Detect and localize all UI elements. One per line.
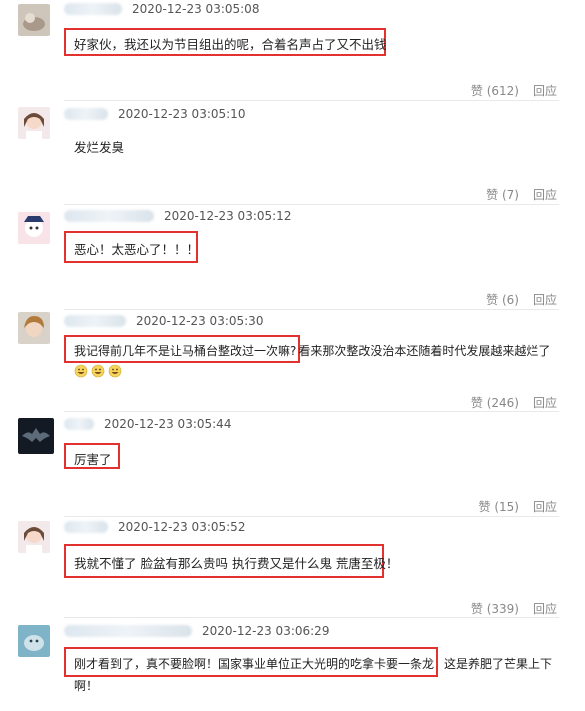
comment-actions: 赞 (246) 回应 — [471, 394, 557, 411]
like-button[interactable]: 赞 (339) — [471, 600, 519, 617]
divider — [64, 309, 559, 310]
grin-emoji-icon — [74, 364, 88, 378]
reply-button[interactable]: 回应 — [533, 186, 557, 203]
comment-meta: 2020-12-23 03:05:30 — [64, 312, 263, 330]
comment-meta: 2020-12-23 03:05:44 — [64, 415, 231, 433]
comment-timestamp: 2020-12-23 03:05:08 — [132, 2, 260, 16]
comment-timestamp: 2020-12-23 03:05:10 — [118, 107, 246, 121]
comment-actions: 赞 (339) 回应 — [471, 600, 557, 617]
comment-text: 好家伙，我还以为节目组出的呢，合着名声占了又不出钱 — [74, 37, 387, 52]
comment-text-continued: 看来那次整改没治本还随着时代发展越来越烂了 — [298, 344, 551, 358]
reply-button[interactable]: 回应 — [533, 82, 557, 99]
divider — [64, 516, 559, 517]
comment-timestamp: 2020-12-23 03:06:29 — [202, 624, 330, 638]
reply-button[interactable]: 回应 — [533, 498, 557, 515]
like-button[interactable]: 赞 (15) — [479, 498, 519, 515]
divider — [64, 617, 559, 618]
reply-button[interactable]: 回应 — [533, 291, 557, 308]
username-blurred[interactable] — [64, 418, 94, 430]
avatar[interactable] — [18, 521, 50, 553]
comment-actions: 赞 (612) 回应 — [471, 82, 557, 99]
comment-text-continued: 这是养肥了芒果上下 — [444, 657, 553, 671]
comment-actions: 赞 (7) 回应 — [486, 186, 557, 203]
comment-text-highlighted: 刚才看到了，真不要脸啊！国家事业单位正大光明的吃拿卡要一条龙 — [74, 657, 435, 671]
like-button[interactable]: 赞 (612) — [471, 82, 519, 99]
emoji-row — [74, 363, 125, 382]
avatar[interactable] — [18, 418, 54, 454]
comment-text-highlighted: 我记得前几年不是让马桶台整改过一次嘛? — [74, 344, 297, 358]
username-blurred[interactable] — [64, 3, 122, 15]
comment-timestamp: 2020-12-23 03:05:44 — [104, 417, 232, 431]
comment-timestamp: 2020-12-23 03:05:52 — [118, 520, 246, 534]
comment-meta: 2020-12-23 03:06:29 — [64, 622, 329, 640]
reply-button[interactable]: 回应 — [533, 600, 557, 617]
comment-feed: 2020-12-23 03:05:08 好家伙，我还以为节目组出的呢，合着名声占… — [0, 0, 585, 711]
comment-text-line2: 啊！ — [74, 679, 99, 693]
comment-meta: 2020-12-23 03:05:08 — [64, 0, 259, 18]
comment-text: 我就不懂了 脸盆有那么贵吗 执行费又是什么鬼 荒唐至极！ — [74, 556, 399, 571]
avatar[interactable] — [18, 212, 50, 244]
username-blurred[interactable] — [64, 315, 126, 327]
comment-timestamp: 2020-12-23 03:05:12 — [164, 209, 292, 223]
username-blurred[interactable] — [64, 210, 154, 222]
avatar[interactable] — [18, 4, 50, 36]
comment-actions: 赞 (15) 回应 — [479, 498, 557, 515]
avatar[interactable] — [18, 312, 50, 344]
comment-text: 发烂发臭 — [74, 140, 125, 155]
divider — [64, 411, 559, 412]
divider — [64, 204, 559, 205]
comment-actions: 赞 (6) 回应 — [486, 291, 557, 308]
comment-meta: 2020-12-23 03:05:10 — [64, 105, 245, 123]
comment-text: 刚才看到了，真不要脸啊！国家事业单位正大光明的吃拿卡要一条龙 这是养肥了芒果上下 — [74, 655, 552, 672]
comment-text: 我记得前几年不是让马桶台整改过一次嘛? 看来那次整改没治本还随着时代发展越来越烂了 — [74, 342, 550, 359]
grin-emoji-icon — [108, 364, 122, 378]
username-blurred[interactable] — [64, 625, 192, 637]
divider — [64, 100, 559, 101]
avatar[interactable] — [18, 107, 50, 139]
like-button[interactable]: 赞 (7) — [486, 186, 519, 203]
username-blurred[interactable] — [64, 108, 108, 120]
reply-button[interactable]: 回应 — [533, 394, 557, 411]
like-button[interactable]: 赞 (246) — [471, 394, 519, 411]
username-blurred[interactable] — [64, 521, 108, 533]
avatar[interactable] — [18, 625, 50, 657]
comment-meta: 2020-12-23 03:05:12 — [64, 207, 291, 225]
comment-timestamp: 2020-12-23 03:05:30 — [136, 314, 264, 328]
comment-text: 厉害了 — [74, 452, 112, 467]
like-button[interactable]: 赞 (6) — [486, 291, 519, 308]
grin-emoji-icon — [91, 364, 105, 378]
comment-meta: 2020-12-23 03:05:52 — [64, 518, 245, 536]
comment-text: 恶心！太恶心了！！！ — [74, 242, 200, 257]
